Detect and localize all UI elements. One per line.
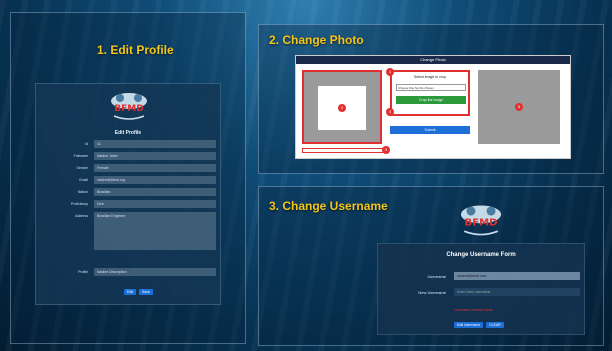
marker-4: 4	[386, 108, 394, 116]
field-input-id[interactable]: 41	[94, 140, 216, 148]
username-row: Username nadine@bfmd.com	[384, 272, 580, 280]
username-label: Username	[427, 274, 446, 279]
crop-preview: 5	[478, 70, 560, 144]
marker-2: 2	[338, 104, 346, 112]
field-input-proficiency[interactable]: Dive	[94, 200, 216, 208]
crop-image-button[interactable]: Crop the image	[396, 96, 466, 104]
username-buttons: Edit Username CLEAR	[454, 322, 504, 328]
change-username-panel: 3. Change Username BFMD Change Username …	[258, 186, 604, 346]
logo-text: BFMD	[465, 218, 498, 229]
new-username-label: New Username	[418, 290, 446, 295]
marker-3: 3	[382, 146, 390, 154]
choose-file-button[interactable]: Choose File	[398, 86, 414, 90]
field-label: Fullname	[73, 154, 88, 158]
field-input-fullname[interactable]: Nadine Jaber	[94, 152, 216, 160]
change-username-form: Change Username Form Username nadine@bfm…	[377, 243, 585, 335]
field-input-profile[interactable]: Nadine Description	[94, 268, 216, 276]
save-button[interactable]: Save	[139, 289, 154, 295]
file-status: No file chosen	[414, 86, 434, 90]
field-label: Proficiency	[70, 202, 88, 206]
field-row-email: Email nadine@bfmd.org	[42, 176, 216, 184]
field-label: Id	[85, 142, 88, 146]
field-row-proficiency: Proficiency Dive	[42, 200, 216, 208]
form-title: Change Username Form	[446, 252, 516, 258]
dialog-title: Change Photo	[296, 56, 570, 64]
field-input-gender[interactable]: Female	[94, 164, 216, 172]
change-username-title: 3. Change Username	[269, 199, 388, 213]
marker-5: 5	[515, 103, 523, 111]
crop-source-area[interactable]: 2	[302, 70, 382, 144]
change-photo-dialog: Change Photo 2 3 Select image to crop Ch…	[295, 55, 571, 159]
field-input-email[interactable]: nadine@bfmd.org	[94, 176, 216, 184]
edit-profile-buttons: Edit Save	[124, 289, 154, 295]
field-row-nation: Nation Brazilian	[42, 188, 216, 196]
field-input-address[interactable]: Brazilian Engineer	[94, 212, 216, 250]
logo-text: BFMD	[114, 104, 143, 114]
error-message: Username already exists	[454, 308, 493, 312]
bfmd-logo: BFMD	[460, 205, 502, 236]
field-label: Address	[75, 214, 88, 218]
field-label: Gender	[76, 166, 88, 170]
new-username-row: New Username Enter New Username	[384, 288, 580, 296]
field-input-nation[interactable]: Brazilian	[94, 188, 216, 196]
edit-profile-title: 1. Edit Profile	[97, 43, 174, 57]
select-image-label: Select image to crop	[414, 75, 446, 79]
edit-profile-form: BFMD Edit Profile Id 41 Fullname Nadine …	[35, 83, 221, 305]
field-row-id: Id 41	[42, 140, 216, 148]
edit-profile-form-title: Edit Profile	[114, 130, 142, 136]
field-row-address: Address Brazilian Engineer	[42, 212, 216, 250]
change-photo-panel: 2. Change Photo Change Photo 2 3 Select …	[258, 24, 604, 174]
clear-button[interactable]: CLEAR	[486, 322, 504, 328]
username-field[interactable]: nadine@bfmd.com	[454, 272, 580, 280]
edit-profile-panel: 1. Edit Profile BFMD Edit Profile Id 41 …	[10, 12, 246, 344]
field-row-fullname: Fullname Nadine Jaber	[42, 152, 216, 160]
file-input[interactable]: Choose File No file chosen	[396, 84, 466, 91]
field-row-profile: Profile Nadine Description	[42, 268, 216, 276]
new-username-input[interactable]: Enter New Username	[454, 288, 580, 296]
crop-slider[interactable]	[302, 148, 386, 153]
bfmd-logo: BFMD	[111, 93, 147, 120]
field-label: Nation	[77, 190, 88, 194]
submit-button[interactable]: Submit	[390, 126, 470, 134]
marker-1: 1	[386, 68, 394, 76]
edit-button[interactable]: Edit	[124, 289, 137, 295]
field-label: Profile	[78, 270, 88, 274]
field-label: Email	[79, 178, 88, 182]
edit-username-button[interactable]: Edit Username	[454, 322, 484, 328]
field-row-gender: Gender Female	[42, 164, 216, 172]
change-photo-title: 2. Change Photo	[269, 33, 364, 47]
select-image-box: Select image to crop Choose File No file…	[390, 70, 470, 116]
